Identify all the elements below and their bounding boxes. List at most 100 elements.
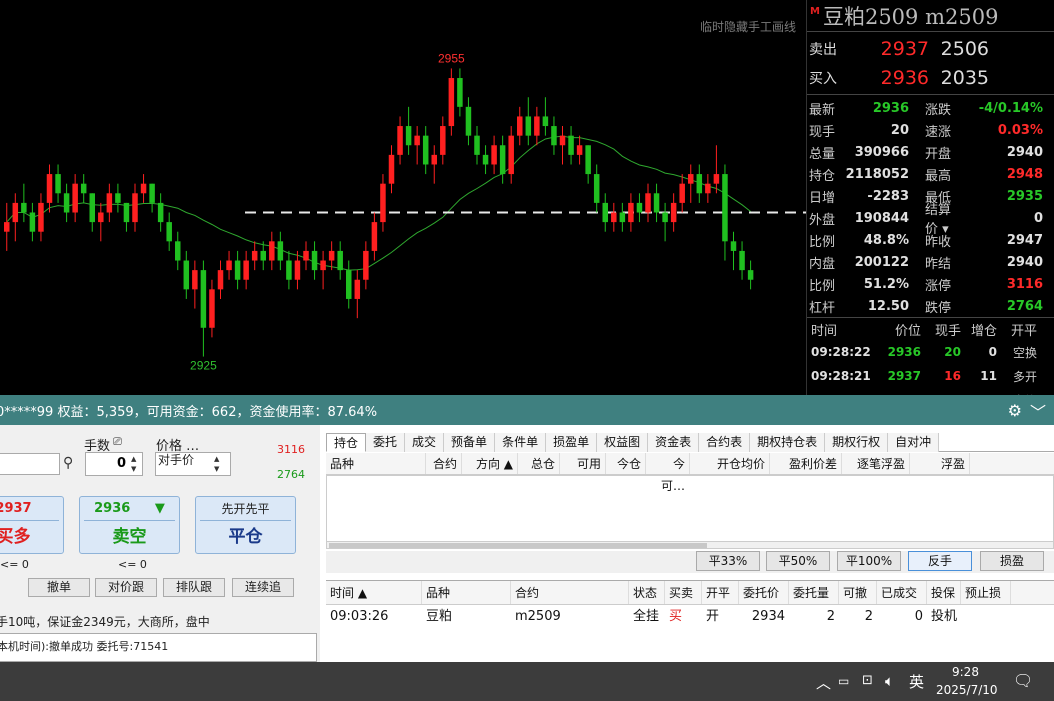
chevron-down-icon[interactable]: ﹀ — [1030, 399, 1046, 423]
orders-table: 时间 ▲ 品种 合约 状态 买卖 开平 委托价 委托量 可撤 已成交 投保 预止损 09:03:26 豆… — [326, 580, 1054, 662]
qty-settings-icon[interactable]: ⎚ — [113, 435, 122, 449]
ime-indicator[interactable]: 英 — [909, 671, 924, 692]
candle-body — [534, 116, 540, 136]
candle-body — [568, 135, 574, 155]
column-header[interactable]: 合约 — [426, 453, 462, 474]
chevron-up-icon[interactable]: ︿ — [816, 672, 831, 693]
tab-item[interactable]: 权益图 — [597, 433, 649, 452]
position-action-button[interactable]: 损盈 — [980, 551, 1044, 571]
ask-price[interactable]: 2937 — [867, 38, 929, 60]
candle-body — [645, 193, 651, 213]
column-header[interactable]: 开仓均价 — [690, 453, 770, 474]
buy-price: 2937 — [0, 497, 59, 521]
tab-item[interactable]: 成交 — [405, 433, 445, 452]
clock-date[interactable]: 2025/7/10 — [936, 683, 998, 697]
tab-item[interactable]: 期权行权 — [825, 433, 889, 452]
column-header[interactable]: 今可… — [646, 453, 690, 493]
stat-value: 2940 — [1006, 144, 1043, 160]
kline-chart[interactable]: 2955 2925 临时隐藏手工画线 — [0, 0, 806, 395]
candle-body — [4, 222, 10, 232]
tab-item[interactable]: 损盈单 — [546, 433, 598, 452]
column-header[interactable]: 投保 — [927, 581, 961, 604]
candle-body — [619, 212, 626, 223]
sell-price: 2936 — [94, 501, 131, 516]
stat-value: 0.03% — [997, 122, 1043, 138]
buy-long-button[interactable]: 2937 买多 — [0, 496, 64, 554]
position-action-button[interactable]: 平33% — [696, 551, 760, 571]
column-header[interactable]: 方向 ▲ — [462, 453, 518, 474]
chase-opponent-button[interactable]: 对价跟 — [95, 578, 157, 597]
contract-info: 手10吨，保证金2349元，大商所，盘中 — [0, 615, 210, 629]
column-header[interactable]: 开平 — [702, 581, 739, 604]
positions-header: 品种 合约 方向 ▲ 总仓 可用 今仓 今可… 开仓均价 盈利价差 逐笔浮盈 浮盈 — [326, 453, 1054, 493]
tab-item[interactable]: 期权持仓表 — [750, 433, 826, 452]
column-header[interactable]: 盈利价差 — [770, 453, 842, 474]
limit-down-price: 2764 — [277, 468, 305, 481]
tab-item[interactable]: 预备单 — [444, 433, 496, 452]
column-header[interactable]: 逐笔浮盈 — [842, 453, 910, 474]
candle-body — [542, 116, 549, 127]
column-header[interactable]: 已成交 — [877, 581, 927, 604]
candle-body — [55, 174, 61, 194]
candle-body — [140, 183, 147, 194]
position-action-button[interactable]: 平50% — [766, 551, 830, 571]
candle-body — [602, 202, 608, 223]
symbol-input[interactable] — [0, 453, 60, 475]
clock-time[interactable]: 9:28 — [952, 665, 979, 679]
column-header[interactable]: 时间 ▲ — [326, 581, 422, 604]
tab-item[interactable]: 资金表 — [648, 433, 700, 452]
queue-chase-button[interactable]: 排队跟 — [163, 578, 225, 597]
sell-short-button[interactable]: 2936 ▼ 卖空 — [79, 496, 180, 554]
candle-body — [21, 202, 27, 213]
stat-row: 最新 2936 涨跌 -4/0.14% — [807, 97, 1054, 119]
column-header[interactable]: 委托量 — [789, 581, 839, 604]
position-action-button[interactable]: 反手 — [908, 551, 972, 571]
column-header[interactable]: 可用 — [560, 453, 606, 474]
candle-body — [705, 183, 711, 194]
position-action-button[interactable]: 平100% — [837, 551, 901, 571]
bid-row[interactable]: 买入 2936 2035 — [807, 63, 1054, 92]
ask-row[interactable]: 卖出 2937 2506 — [807, 34, 1054, 63]
orders-header: 时间 ▲ 品种 合约 状态 买卖 开平 委托价 委托量 可撤 已成交 投保 预止损 — [326, 581, 1054, 605]
search-icon[interactable]: ⚲ — [63, 455, 73, 471]
tab-item[interactable]: 条件单 — [495, 433, 547, 452]
volume-icon[interactable]: 🔈︎ — [885, 672, 894, 690]
table-row[interactable]: 09:03:26 豆粕 m2509 全挂买 开 2934 2 2 0 投机 — [326, 605, 1054, 629]
column-header[interactable]: 品种 — [326, 453, 426, 474]
scrollbar-thumb[interactable] — [329, 543, 707, 548]
tab-item[interactable]: 委托 — [366, 433, 406, 452]
tick-row: 09:28:21 2937 16 11 多开 — [807, 364, 1054, 388]
network-icon[interactable]: ⊡ — [862, 673, 873, 688]
column-header[interactable]: 可撤 — [839, 581, 877, 604]
horizontal-scrollbar[interactable] — [326, 541, 1054, 549]
battery-icon[interactable]: ▭ — [838, 674, 849, 688]
column-header[interactable]: 品种 — [422, 581, 511, 604]
notification-icon[interactable]: 🗨︎ — [1013, 671, 1033, 690]
candle-body — [491, 145, 497, 165]
bid-price[interactable]: 2936 — [867, 67, 929, 89]
column-header[interactable]: 浮盈 — [910, 453, 970, 474]
column-header[interactable]: 买卖 — [665, 581, 702, 604]
candle-body — [696, 174, 703, 194]
column-header[interactable]: 状态 — [629, 581, 665, 604]
close-position-button[interactable]: 先开先平 平仓 — [195, 496, 296, 554]
gear-icon[interactable]: ⚙ — [1008, 401, 1022, 420]
tab-item[interactable]: 持仓 — [326, 433, 367, 452]
price-stepper[interactable]: ▲ ▼ — [214, 454, 228, 474]
tab-item[interactable]: 合约表 — [699, 433, 751, 452]
cancel-order-button[interactable]: 撤单 — [28, 578, 90, 597]
column-header[interactable]: 合约 — [511, 581, 629, 604]
continuous-chase-button[interactable]: 连续追 — [232, 578, 294, 597]
qty-stepper[interactable]: ▲ ▼ — [131, 454, 141, 474]
column-header[interactable]: 今仓 — [606, 453, 646, 474]
candle-body — [29, 212, 36, 232]
hide-drawings-button[interactable]: 临时隐藏手工画线 — [700, 18, 796, 35]
stat-label: 总量 — [809, 146, 836, 162]
candle-body — [166, 222, 172, 242]
column-header[interactable]: 预止损 — [961, 581, 1011, 604]
column-header[interactable]: 委托价 — [739, 581, 789, 604]
stat-value: 2940 — [1006, 254, 1043, 270]
column-header[interactable]: 总仓 — [518, 453, 560, 474]
order-entry-panel: ⚲ 手数 ⎚ 0 ▲▼ 价格 … 对手价 ▲▼ 3116 2764 2937 买… — [0, 425, 320, 662]
tab-item[interactable]: 自对冲 — [888, 433, 940, 452]
